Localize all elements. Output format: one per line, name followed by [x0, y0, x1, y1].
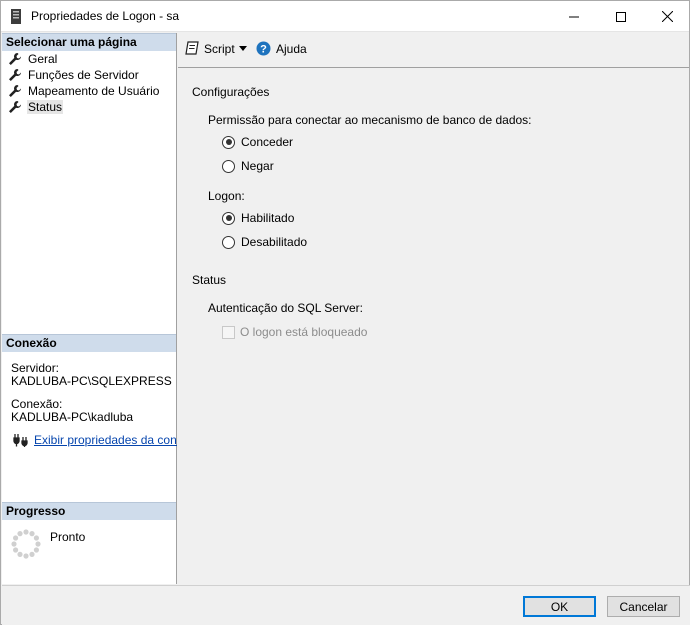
- progress-header: Progresso: [2, 502, 176, 520]
- left-panel: Selecionar uma página Geral Funções de S…: [2, 33, 177, 584]
- close-icon: [661, 11, 673, 22]
- permission-label: Permissão para conectar ao mecanismo de …: [208, 113, 532, 127]
- server-value: KADLUBA-PC\SQLEXPRESS: [11, 374, 172, 388]
- script-dropdown-arrow-icon[interactable]: [239, 46, 247, 51]
- connection-plug-icon: [13, 434, 28, 447]
- logon-enabled-radio[interactable]: Habilitado: [222, 211, 294, 225]
- page-general[interactable]: Geral: [8, 51, 58, 67]
- page-server-roles[interactable]: Funções de Servidor: [8, 67, 140, 83]
- dialog-button-bar: OK Cancelar: [2, 585, 690, 625]
- checkbox-label: O logon está bloqueado: [240, 325, 368, 339]
- progress-spinner-icon: [11, 529, 41, 559]
- status-page-content: Configurações Permissão para conectar ao…: [178, 69, 689, 584]
- radio-label: Desabilitado: [241, 235, 308, 249]
- radio-label: Habilitado: [241, 211, 295, 225]
- maximize-icon: [616, 11, 626, 22]
- radio-button[interactable]: [222, 135, 235, 149]
- minimize-icon: [569, 16, 579, 17]
- logon-disabled-radio[interactable]: Desabilitado: [222, 235, 307, 249]
- help-icon: ?: [256, 41, 271, 56]
- page-label: Status: [27, 100, 64, 114]
- sql-auth-label: Autenticação do SQL Server:: [208, 301, 363, 315]
- checkbox[interactable]: [222, 325, 235, 339]
- wrench-icon: [9, 53, 21, 65]
- radio-button[interactable]: [222, 159, 235, 173]
- server-label: Servidor:: [11, 361, 60, 375]
- toolbar: Script ? Ajuda: [178, 33, 689, 68]
- maximize-button[interactable]: [598, 1, 644, 32]
- permission-grant-radio[interactable]: Conceder: [222, 135, 293, 149]
- script-button[interactable]: Script: [185, 41, 235, 56]
- minimize-button[interactable]: [551, 1, 597, 32]
- progress-status: Pronto: [50, 530, 86, 544]
- logon-label: Logon:: [208, 189, 245, 203]
- ok-button[interactable]: OK: [523, 596, 596, 617]
- help-label: Ajuda: [276, 41, 307, 56]
- window-title: Propriedades de Logon - sa: [31, 9, 180, 23]
- link-text: Exibir propriedades da conexão: [34, 433, 177, 447]
- script-icon: [185, 41, 199, 55]
- connection-value: KADLUBA-PC\kadluba: [11, 410, 134, 424]
- connection-label: Conexão:: [11, 397, 63, 411]
- page-user-mapping[interactable]: Mapeamento de Usuário: [8, 83, 160, 99]
- page-label: Geral: [28, 52, 58, 66]
- radio-button[interactable]: [222, 235, 235, 249]
- page-status[interactable]: Status: [8, 99, 64, 115]
- wrench-icon: [9, 101, 21, 113]
- script-label: Script: [204, 41, 235, 56]
- permission-deny-radio[interactable]: Negar: [222, 159, 274, 173]
- svg-text:?: ?: [260, 44, 267, 56]
- settings-heading: Configurações: [192, 85, 270, 99]
- radio-button[interactable]: [222, 211, 235, 225]
- radio-label: Conceder: [241, 135, 294, 149]
- close-button[interactable]: [644, 1, 690, 32]
- page-label: Mapeamento de Usuário: [28, 84, 160, 98]
- view-connection-properties-link[interactable]: Exibir propriedades da conexão: [12, 432, 177, 448]
- wrench-icon: [9, 69, 21, 81]
- select-page-header: Selecionar uma página: [2, 33, 176, 51]
- server-app-icon: [11, 9, 21, 24]
- status-heading: Status: [192, 273, 227, 287]
- radio-label: Negar: [241, 159, 274, 173]
- connection-header: Conexão: [2, 334, 176, 352]
- title-bar: Propriedades de Logon - sa: [1, 1, 689, 32]
- help-button[interactable]: ? Ajuda: [256, 41, 307, 56]
- cancel-button[interactable]: Cancelar: [607, 596, 680, 617]
- page-label: Funções de Servidor: [28, 68, 139, 82]
- login-locked-checkbox[interactable]: O logon está bloqueado: [222, 325, 367, 339]
- login-properties-window: Propriedades de Logon - sa Selecionar um…: [0, 0, 690, 625]
- wrench-icon: [9, 85, 21, 97]
